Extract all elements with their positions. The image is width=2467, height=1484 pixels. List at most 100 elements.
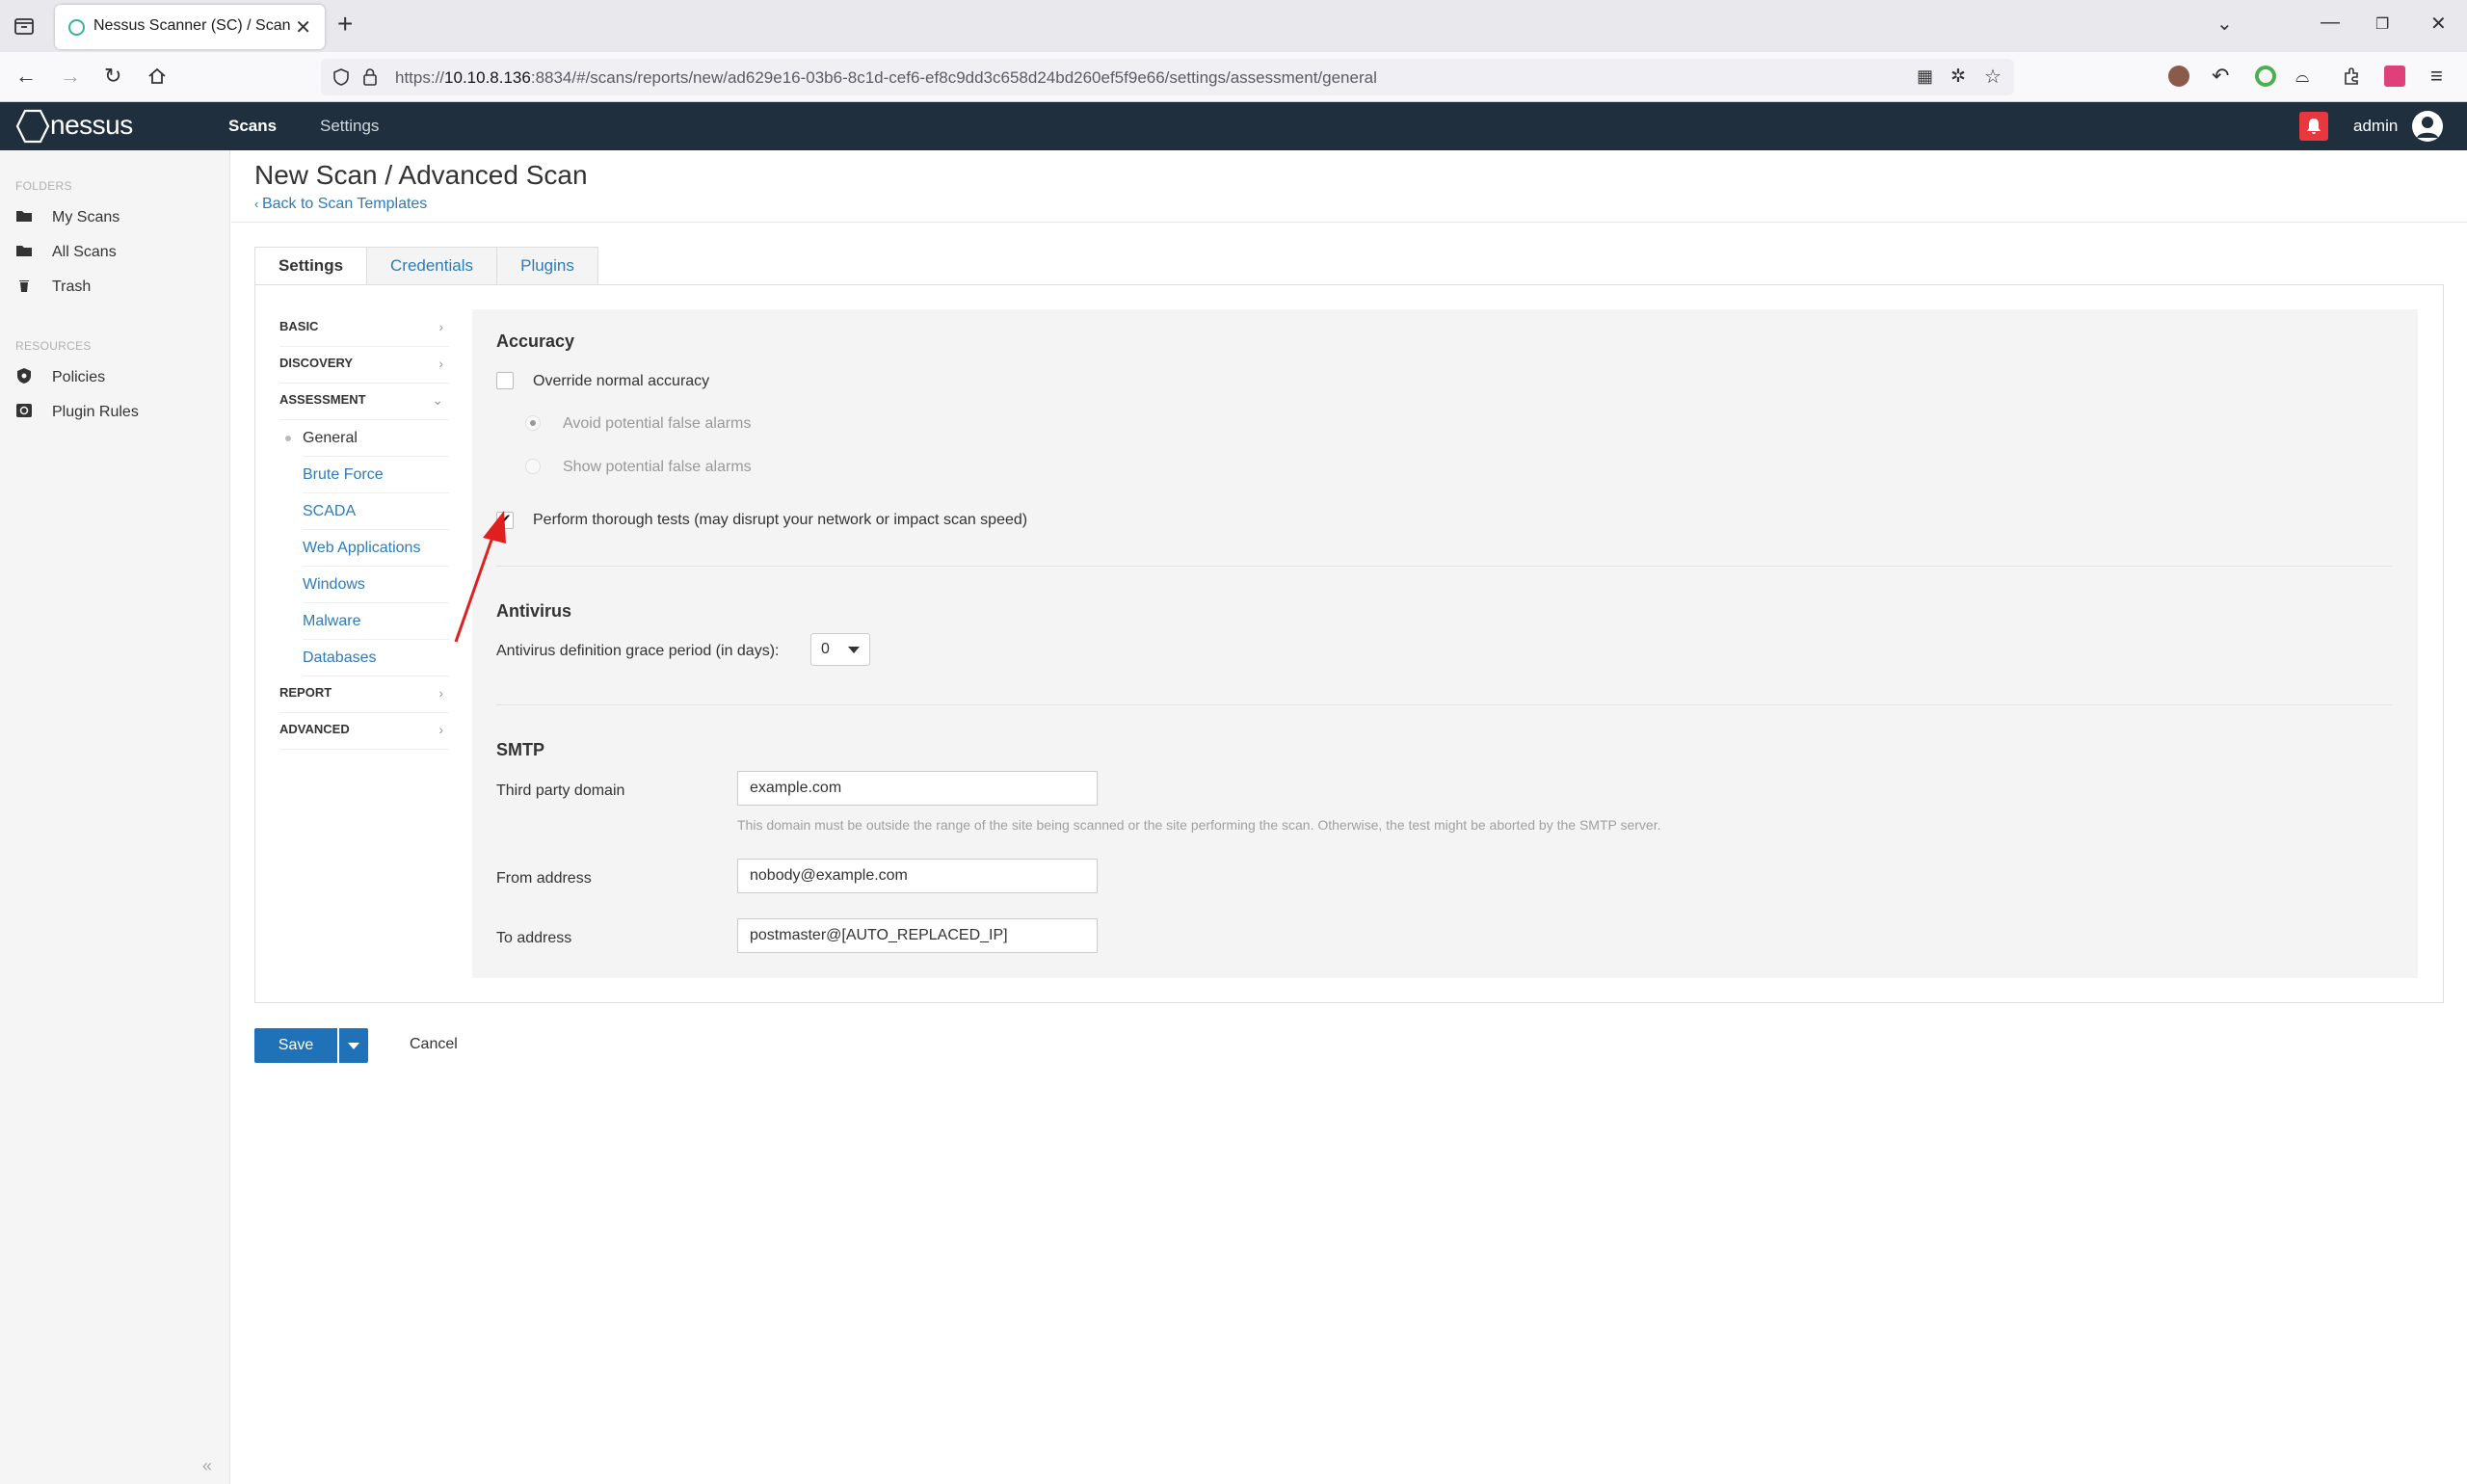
settings-nav-brute-force[interactable]: Brute Force xyxy=(303,457,449,493)
from-address-input[interactable] xyxy=(737,859,1098,893)
override-accuracy-checkbox[interactable] xyxy=(496,372,514,389)
folder-icon xyxy=(15,208,33,224)
collapse-sidebar-icon[interactable]: « xyxy=(202,1456,212,1476)
bell-icon xyxy=(2307,119,2321,134)
settings-nav-scada[interactable]: SCADA xyxy=(303,493,449,530)
sidebar-item-my-scans[interactable]: My Scans xyxy=(15,208,119,226)
user-avatar-icon[interactable] xyxy=(2412,111,2443,142)
show-false-alarms-radio[interactable] xyxy=(525,459,541,474)
app-header: nessus Scans Settings admin xyxy=(0,102,2467,150)
settings-nav-basic[interactable]: BASIC › xyxy=(279,310,449,347)
override-accuracy-label[interactable]: Override normal accuracy xyxy=(533,373,709,390)
sidebar: FOLDERS My Scans All Scans Trash RESOURC… xyxy=(0,150,230,1484)
plugin-rules-icon xyxy=(15,403,33,418)
reload-icon[interactable]: ↻ xyxy=(104,64,121,89)
lock-icon[interactable] xyxy=(361,67,379,87)
sidebar-item-policies[interactable]: Policies xyxy=(15,368,105,386)
third-party-domain-label: Third party domain xyxy=(496,782,625,799)
nessus-logo-icon[interactable] xyxy=(13,108,52,145)
back-arrow-icon[interactable]: ← xyxy=(15,64,37,89)
third-party-domain-input[interactable] xyxy=(737,771,1098,806)
show-false-alarms-label: Show potential false alarms xyxy=(563,459,752,475)
page-title: New Scan / Advanced Scan xyxy=(254,160,588,190)
smtp-section-title: SMTP xyxy=(496,740,545,759)
sidebar-item-plugin-rules[interactable]: Plugin Rules xyxy=(15,403,139,421)
folder-icon xyxy=(15,243,33,258)
chevron-right-icon: › xyxy=(438,356,443,371)
restore-window-button[interactable]: ❐ xyxy=(2375,14,2389,34)
puzzle-extensions-icon[interactable] xyxy=(2342,66,2363,87)
section-divider xyxy=(496,704,2392,705)
sidebar-item-all-scans[interactable]: All Scans xyxy=(15,243,117,261)
browser-nav-bar: ← → ↻ https://10.10.8.136:8834/#/scans/r… xyxy=(0,52,2467,102)
close-window-button[interactable]: ✕ xyxy=(2430,12,2447,36)
translate-extension-icon[interactable] xyxy=(2384,66,2405,87)
home-icon[interactable] xyxy=(146,66,168,87)
from-address-label: From address xyxy=(496,870,592,887)
chevron-right-icon: › xyxy=(438,722,443,737)
tab-settings[interactable]: Settings xyxy=(254,247,367,285)
forward-arrow-icon[interactable]: → xyxy=(60,64,81,89)
nav-settings[interactable]: Settings xyxy=(320,117,379,136)
settings-nav-advanced[interactable]: ADVANCED › xyxy=(279,713,449,750)
to-address-label: To address xyxy=(496,930,572,946)
close-tab-icon[interactable]: ✕ xyxy=(295,15,311,40)
section-divider xyxy=(496,566,2392,567)
tab-list-icon[interactable] xyxy=(12,13,37,39)
shield-icon[interactable] xyxy=(332,68,350,86)
notification-button[interactable] xyxy=(2299,112,2328,141)
chevron-left-icon: ‹ xyxy=(254,197,262,211)
nav-scans[interactable]: Scans xyxy=(228,117,277,136)
avoid-false-alarms-label: Avoid potential false alarms xyxy=(563,415,752,432)
browser-tab-strip: Nessus Scanner (SC) / Scans ✕ + ⌄ — ❐ ✕ xyxy=(0,0,2467,52)
grace-period-select[interactable]: 0 xyxy=(810,633,870,666)
trash-icon xyxy=(15,278,33,293)
avoid-false-alarms-radio[interactable] xyxy=(525,415,541,431)
bug-icon[interactable]: ✲ xyxy=(1950,66,1966,88)
address-bar[interactable]: https://10.10.8.136:8834/#/scans/reports… xyxy=(321,59,2014,95)
chevron-down-icon: ⌄ xyxy=(432,392,443,408)
settings-nav-windows[interactable]: Windows xyxy=(303,567,449,603)
tab-favicon-icon xyxy=(68,19,85,36)
logo-text[interactable]: nessus xyxy=(50,110,133,141)
annotation-arrow xyxy=(454,511,506,643)
new-tab-button[interactable]: + xyxy=(337,10,353,39)
tab-title: Nessus Scanner (SC) / Scans xyxy=(93,17,291,34)
qr-code-icon[interactable]: ▦ xyxy=(1917,66,1933,87)
tab-plugins[interactable]: Plugins xyxy=(496,247,598,285)
settings-nav-web-applications[interactable]: Web Applications xyxy=(303,530,449,567)
sidebar-item-trash[interactable]: Trash xyxy=(15,278,91,296)
tab-credentials[interactable]: Credentials xyxy=(366,247,497,285)
settings-nav-report[interactable]: REPORT › xyxy=(279,676,449,713)
settings-nav-malware[interactable]: Malware xyxy=(303,603,449,640)
caret-down-icon xyxy=(848,647,860,653)
accuracy-section-title: Accuracy xyxy=(496,331,575,351)
policy-shield-icon xyxy=(15,368,33,384)
save-button[interactable]: Save xyxy=(254,1028,337,1063)
grace-period-label: Antivirus definition grace period (in da… xyxy=(496,643,780,659)
hat-extension-icon[interactable]: ⌓ xyxy=(2295,64,2309,89)
settings-nav-general[interactable]: General xyxy=(285,420,449,457)
undo-extension-icon[interactable]: ↶ xyxy=(2212,64,2229,89)
green-circle-extension-icon[interactable] xyxy=(2255,66,2276,87)
minimize-window-button[interactable]: — xyxy=(2321,12,2340,34)
browser-tab[interactable]: Nessus Scanner (SC) / Scans ✕ xyxy=(55,5,325,49)
folders-section-label: FOLDERS xyxy=(15,179,72,193)
current-item-dot xyxy=(285,436,291,441)
thorough-tests-label[interactable]: Perform thorough tests (may disrupt your… xyxy=(533,512,1027,529)
settings-nav-assessment[interactable]: ASSESSMENT ⌄ xyxy=(279,384,449,420)
cancel-button[interactable]: Cancel xyxy=(410,1036,458,1053)
save-dropdown-toggle[interactable] xyxy=(339,1028,368,1063)
settings-nav-discovery[interactable]: DISCOVERY › xyxy=(279,347,449,384)
back-to-templates-link[interactable]: ‹ Back to Scan Templates xyxy=(254,196,427,213)
bookmark-star-icon[interactable]: ☆ xyxy=(1984,65,2002,89)
tab-overflow-chevron-icon[interactable]: ⌄ xyxy=(2216,12,2233,36)
menu-icon[interactable]: ≡ xyxy=(2430,64,2443,89)
assessment-general-form: Accuracy Override normal accuracy Avoid … xyxy=(472,309,2418,978)
title-divider xyxy=(231,222,2467,223)
user-name[interactable]: admin xyxy=(2353,117,2398,136)
extension-avatar-icon[interactable] xyxy=(2168,66,2189,87)
resources-section-label: RESOURCES xyxy=(15,339,92,353)
to-address-input[interactable] xyxy=(737,918,1098,953)
settings-nav-databases[interactable]: Databases xyxy=(303,640,449,676)
